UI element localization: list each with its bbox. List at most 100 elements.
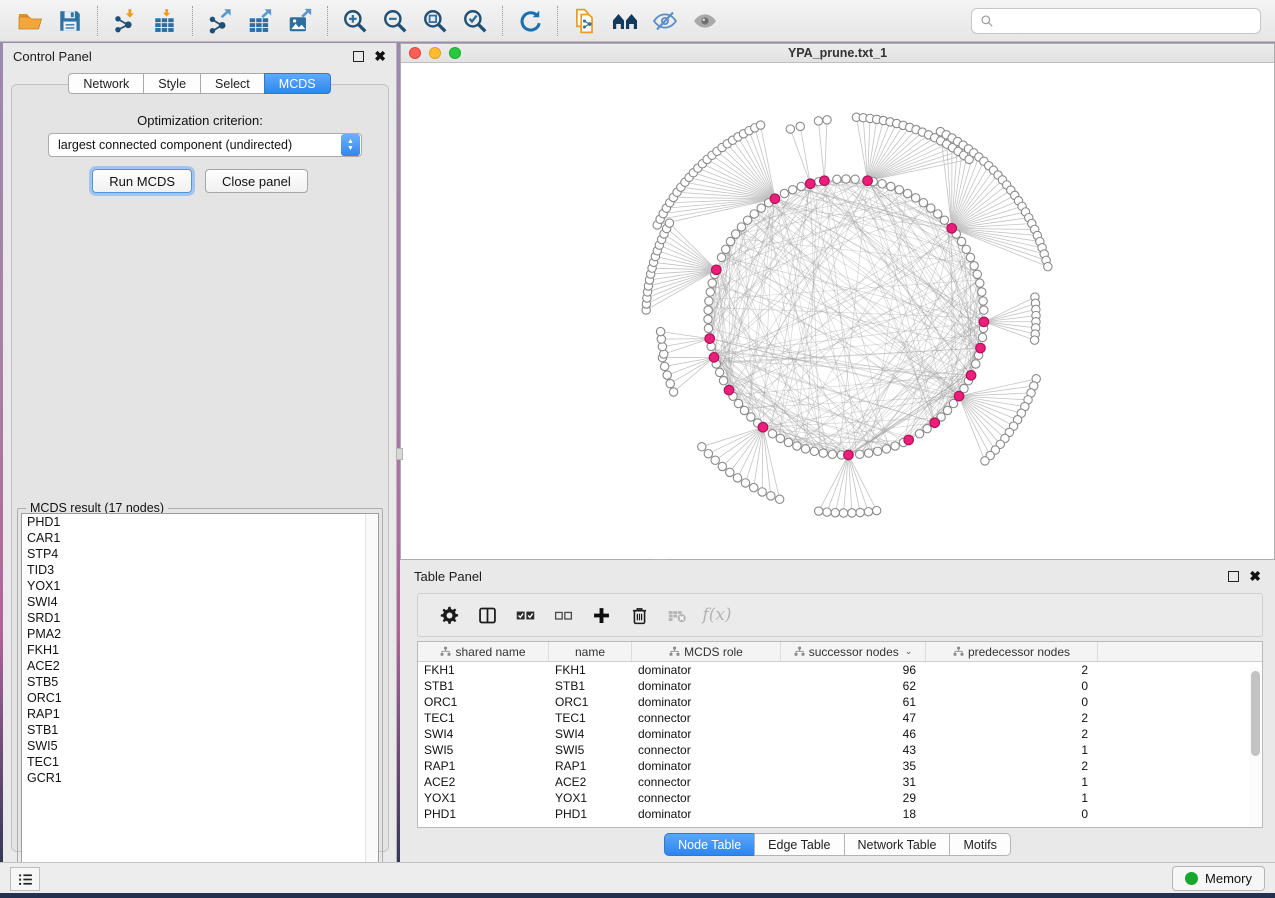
graph-hub-node[interactable]	[976, 343, 986, 353]
graph-node[interactable]	[873, 447, 881, 455]
columns-button[interactable]	[468, 599, 506, 631]
mcds-result-item[interactable]: RAP1	[22, 706, 378, 722]
graph-leaf-node[interactable]	[726, 468, 734, 476]
graph-node[interactable]	[979, 297, 987, 305]
import-network-button[interactable]	[105, 4, 145, 38]
table-row[interactable]: ORC1ORC1dominator610	[418, 694, 1262, 710]
vertical-splitter-handle[interactable]	[396, 448, 403, 460]
graph-leaf-node[interactable]	[750, 483, 758, 491]
graph-node[interactable]	[915, 430, 923, 438]
node-table[interactable]: shared namenameMCDS rolesuccessor nodes⌄…	[417, 641, 1263, 828]
table-scrollbar[interactable]	[1249, 668, 1261, 826]
mcds-result-list[interactable]: PHD1CAR1STP4TID3YOX1SWI4SRD1PMA2FKH1ACE2…	[21, 513, 379, 879]
column-header-name[interactable]: name	[549, 642, 632, 661]
graph-node[interactable]	[747, 413, 755, 421]
open-file-button[interactable]	[10, 4, 50, 38]
delete-button[interactable]	[620, 599, 658, 631]
column-header-MCDS-role[interactable]: MCDS role	[632, 642, 781, 661]
graph-node[interactable]	[705, 297, 713, 305]
graph-node[interactable]	[940, 216, 948, 224]
graph-node[interactable]	[780, 189, 788, 197]
graph-leaf-node[interactable]	[823, 116, 831, 124]
graph-node[interactable]	[887, 182, 895, 190]
graph-leaf-node[interactable]	[856, 508, 864, 516]
tab-node-table[interactable]: Node Table	[664, 833, 754, 856]
close-panel-icon[interactable]: ✖	[374, 51, 386, 62]
mcds-result-item[interactable]: TID3	[22, 562, 378, 578]
task-history-button[interactable]	[10, 867, 40, 891]
graph-node[interactable]	[708, 279, 716, 287]
search-input[interactable]	[1000, 14, 1252, 28]
hide-selected-button[interactable]	[645, 4, 685, 38]
graph-hub-node[interactable]	[966, 371, 976, 381]
graph-node[interactable]	[891, 442, 899, 450]
graph-leaf-node[interactable]	[656, 327, 664, 335]
graph-hub-node[interactable]	[705, 334, 715, 344]
graph-node[interactable]	[726, 237, 734, 245]
graph-leaf-node[interactable]	[839, 509, 847, 517]
zoom-fit-button[interactable]	[415, 4, 455, 38]
graph-node[interactable]	[722, 245, 730, 253]
column-header-predecessor-nodes[interactable]: predecessor nodes	[926, 642, 1098, 661]
graph-leaf-node[interactable]	[733, 474, 741, 482]
graph-node[interactable]	[801, 445, 809, 453]
graph-node[interactable]	[934, 210, 942, 218]
table-row[interactable]: YOX1YOX1connector291	[418, 790, 1262, 806]
tab-network-table[interactable]: Network Table	[844, 833, 950, 856]
graph-leaf-node[interactable]	[872, 506, 880, 514]
graph-hub-node[interactable]	[712, 265, 722, 275]
graph-node[interactable]	[970, 262, 978, 270]
graph-node[interactable]	[715, 368, 723, 376]
save-session-button[interactable]	[50, 4, 90, 38]
graph-node[interactable]	[750, 210, 758, 218]
deselect-all-button[interactable]	[544, 599, 582, 631]
graph-leaf-node[interactable]	[767, 492, 775, 500]
float-table-panel-icon[interactable]	[1228, 571, 1239, 582]
network-window-titlebar[interactable]: YPA_prune.txt_1	[401, 44, 1274, 63]
zoom-out-button[interactable]	[375, 4, 415, 38]
tab-motifs[interactable]: Motifs	[949, 833, 1010, 856]
mcds-result-item[interactable]: GCR1	[22, 770, 378, 786]
graph-node[interactable]	[704, 315, 712, 323]
mcds-result-item[interactable]: STB1	[22, 722, 378, 738]
graph-node[interactable]	[878, 180, 886, 188]
table-row[interactable]: STB1STB1dominator620	[418, 678, 1262, 694]
graph-node[interactable]	[957, 237, 965, 245]
graph-hub-node[interactable]	[979, 317, 989, 327]
graph-node[interactable]	[972, 360, 980, 368]
zoom-in-button[interactable]	[335, 4, 375, 38]
function-button[interactable]: f(x)	[696, 599, 734, 631]
mcds-result-item[interactable]: STB5	[22, 674, 378, 690]
graph-node[interactable]	[851, 175, 859, 183]
graph-node[interactable]	[757, 204, 765, 212]
graph-node[interactable]	[828, 450, 836, 458]
refresh-button[interactable]	[510, 4, 550, 38]
mcds-result-item[interactable]: FKH1	[22, 642, 378, 658]
graph-leaf-node[interactable]	[815, 507, 823, 515]
graph-node[interactable]	[882, 445, 890, 453]
tab-edge-table[interactable]: Edge Table	[754, 833, 843, 856]
network-canvas[interactable]	[401, 63, 1274, 559]
graph-leaf-node[interactable]	[663, 371, 671, 379]
graph-hub-node[interactable]	[904, 435, 914, 445]
graph-leaf-node[interactable]	[775, 495, 783, 503]
tab-network[interactable]: Network	[68, 73, 143, 94]
graph-node[interactable]	[895, 186, 903, 194]
settings-button[interactable]	[430, 599, 468, 631]
graph-node[interactable]	[788, 186, 796, 194]
graph-node[interactable]	[797, 182, 805, 190]
mcds-result-item[interactable]: PMA2	[22, 626, 378, 642]
mcds-result-item[interactable]: SRD1	[22, 610, 378, 626]
column-header-shared-name[interactable]: shared name	[418, 642, 549, 661]
table-row[interactable]: SWI5SWI5connector431	[418, 742, 1262, 758]
graph-leaf-node[interactable]	[786, 125, 794, 133]
table-row[interactable]: SWI4SWI4dominator462	[418, 726, 1262, 742]
close-panel-button[interactable]: Close panel	[205, 169, 308, 193]
graph-hub-node[interactable]	[709, 353, 719, 363]
graph-node[interactable]	[962, 245, 970, 253]
column-header-successor-nodes[interactable]: successor nodes⌄	[781, 642, 926, 661]
select-all-button[interactable]	[506, 599, 544, 631]
run-mcds-button[interactable]: Run MCDS	[92, 169, 192, 193]
add-button[interactable]	[582, 599, 620, 631]
graph-node[interactable]	[704, 324, 712, 332]
